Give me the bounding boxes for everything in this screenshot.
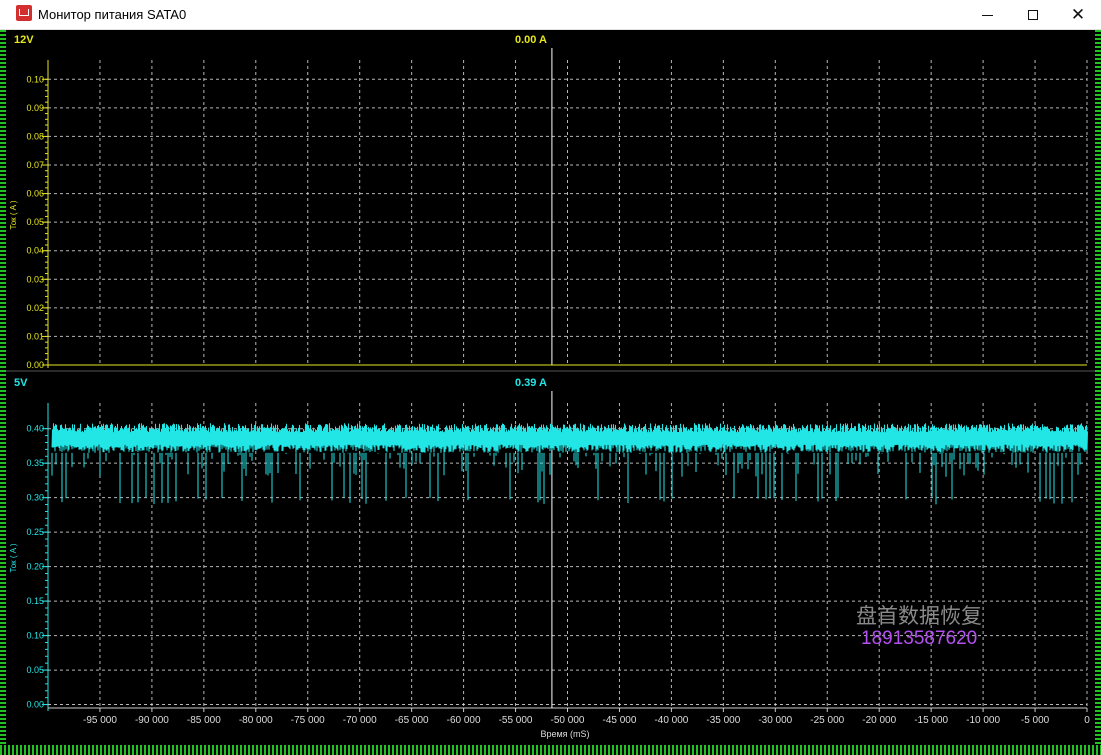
x-tick-label: -50 000 (551, 715, 585, 726)
x-tick-label: -70 000 (343, 715, 377, 726)
x-tick-label: -15 000 (914, 715, 948, 726)
right-frame-edge (1095, 30, 1101, 755)
x-tick-label: -80 000 (239, 715, 273, 726)
x-tick-label: -5 000 (1021, 715, 1050, 726)
y-tick-label: 0.05 (26, 665, 44, 675)
x-axis-label: Время (mS) (540, 729, 589, 739)
y-tick-label: 0.01 (26, 331, 44, 341)
title-bar: Монитор питания SATA0 ✕ (0, 0, 1101, 30)
y-tick-label: 0.30 (26, 493, 44, 503)
x-tick-label: -75 000 (291, 715, 325, 726)
y-tick-label: 0.03 (26, 274, 44, 284)
x-tick-label: -35 000 (706, 715, 740, 726)
y-tick-label: 0.35 (26, 458, 44, 468)
watermark-text: 盘首数据恢复 (856, 604, 982, 628)
watermark-phone: 18913587620 (861, 628, 978, 649)
x-tick-label: -45 000 (602, 715, 636, 726)
x-tick-label: -65 000 (395, 715, 429, 726)
x-tick-label: -10 000 (966, 715, 1000, 726)
y-tick-label: 0.04 (26, 246, 44, 256)
close-icon: ✕ (1070, 5, 1086, 25)
y-tick-label: 0.15 (26, 596, 44, 606)
rail-label: 12V (14, 34, 34, 46)
panel-5v: 5V 0.39 A Ток ( A ) 0.40 0.35 0.30 0.25 0.20 0.1… (6, 370, 1095, 739)
y-tick-label: 0.08 (26, 131, 44, 141)
maximize-icon (1028, 10, 1038, 20)
close-button[interactable]: ✕ (1055, 0, 1101, 30)
x-tick-label: -40 000 (654, 715, 688, 726)
rail-label: 5V (14, 377, 28, 389)
series-line-5v (51, 423, 1088, 453)
y-axis-label: Ток ( A ) (9, 543, 18, 572)
app-icon (16, 5, 32, 21)
y-tick-label: 0.40 (26, 424, 44, 434)
y-tick-label: 0.00 (26, 700, 44, 710)
y-tick-label: 0.07 (26, 160, 44, 170)
x-tick-label: -85 000 (187, 715, 221, 726)
x-tick-label: 0 (1084, 715, 1090, 726)
y-tick-label: 0.02 (26, 303, 44, 313)
y-tick-label: 0.09 (26, 103, 44, 113)
minimize-button[interactable] (964, 0, 1010, 30)
window-title: Монитор питания SATA0 (38, 7, 187, 22)
x-tick-label: -30 000 (758, 715, 792, 726)
y-tick-label: 0.20 (26, 562, 44, 572)
x-tick-label: -20 000 (862, 715, 896, 726)
current-readout: 0.39 A (515, 377, 547, 389)
maximize-button[interactable] (1010, 0, 1056, 30)
y-axis-label: Ток ( A ) (9, 200, 18, 229)
y-tick-label: 0.25 (26, 527, 44, 537)
y-tick-label: 0.10 (26, 631, 44, 641)
y-tick-label: 0.06 (26, 189, 44, 199)
x-tick-label: -90 000 (135, 715, 169, 726)
minimize-icon (982, 15, 993, 16)
y-tick-label: 0.10 (26, 74, 44, 84)
panel-12v: 12V 0.00 A Ток ( A ) 0.10 0.09 0.08 0.07 0.06 0.… (9, 34, 1088, 370)
bottom-frame-edge (0, 745, 1101, 755)
x-tick-label: -60 000 (447, 715, 481, 726)
x-tick-label: -55 000 (499, 715, 533, 726)
y-tick-label: 0.00 (26, 360, 44, 370)
y-tick-label: 0.05 (26, 217, 44, 227)
current-readout: 0.00 A (515, 34, 547, 46)
x-tick-label: -95 000 (83, 715, 117, 726)
x-tick-label: -25 000 (810, 715, 844, 726)
